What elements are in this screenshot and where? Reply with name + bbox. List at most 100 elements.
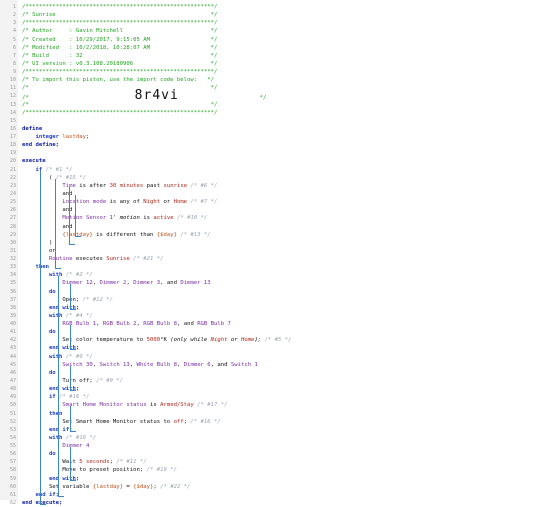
code-token: /* #9 */ [92, 377, 124, 384]
code-line[interactable]: ( /* #15 */ [18, 174, 542, 182]
code-token: or [227, 337, 241, 344]
code-line[interactable]: with /* #9 */ [18, 353, 542, 361]
code-line[interactable]: Dimmer 12, Dimmer 2, Dimmer 3, and Dimme… [18, 279, 542, 287]
code-line[interactable]: Location mode is any of Night or Home /*… [18, 198, 542, 206]
code-line[interactable]: Time is after 30 minutes past sunrise /*… [18, 182, 542, 190]
code-line[interactable]: and [18, 206, 542, 214]
code-line[interactable]: end execute; [18, 499, 542, 507]
code-line[interactable]: end with; [18, 475, 542, 483]
code-line[interactable]: /* Sunrise */ [18, 11, 542, 19]
line-number: 54 [9, 434, 16, 441]
code-line[interactable]: RGB Bulb 1, RGB Bulb 2, RGB Bulb 8, and … [18, 320, 542, 328]
line-number: 26 [9, 207, 16, 214]
code-token: , and [176, 321, 198, 328]
code-token: or [160, 199, 174, 206]
code-line[interactable]: with /* #2 */ [18, 271, 542, 279]
line-number: 31 [9, 247, 16, 254]
line-number: 38 [9, 304, 16, 311]
line-number: 49 [9, 394, 16, 401]
code-line[interactable]: end with; [18, 304, 542, 312]
code-token: if [22, 166, 46, 173]
code-token: motion [119, 215, 140, 222]
code-token: {lastday} [92, 483, 124, 490]
code-line[interactable]: integer lastday; [18, 133, 542, 141]
code-token: RGB Bulb 8 [143, 321, 177, 328]
line-number: 37 [9, 296, 16, 303]
code-line[interactable]: end with; [18, 385, 542, 393]
code-line[interactable]: or [18, 247, 542, 255]
code-line[interactable]: Set Smart Home Monitor status to off; /*… [18, 418, 542, 426]
code-token: , and [160, 280, 181, 287]
line-number: 45 [9, 361, 16, 368]
code-line[interactable]: /***************************************… [18, 3, 542, 11]
code-line[interactable]: Set color temperature to 5000°K (only wh… [18, 336, 542, 344]
code-line[interactable]: if /* #1 */ [18, 166, 542, 174]
code-line[interactable]: /* Build : 32 */ [18, 52, 542, 60]
code-line[interactable]: and [18, 223, 542, 231]
code-line[interactable]: /* Author : Gavin Mitchell */ [18, 27, 542, 35]
code-line[interactable]: if /* #16 */ [18, 393, 542, 401]
line-number: 16 [9, 125, 16, 132]
line-number: 1 [12, 4, 16, 10]
code-line[interactable]: Set variable {lastday} = {$day}; /* #22 … [18, 483, 542, 491]
code-line[interactable]: and [18, 190, 542, 198]
code-line[interactable]: define [18, 125, 542, 133]
code-line[interactable]: {lastday} is different than {$day} /* #1… [18, 231, 542, 239]
code-line[interactable]: /***************************************… [18, 68, 542, 76]
code-line[interactable]: /* Created : 10/29/2017, 9:15:05 AM */ [18, 36, 542, 44]
code-token: /* #13 */ [176, 231, 211, 238]
code-line[interactable] [18, 149, 542, 157]
code-line[interactable]: do [18, 328, 542, 336]
code-line[interactable] [18, 117, 542, 125]
code-line[interactable]: do [18, 288, 542, 296]
code-line[interactable]: end if; [18, 426, 542, 434]
code-line[interactable]: do [18, 369, 542, 377]
code-line[interactable]: then [18, 410, 542, 418]
code-token: 5000 [146, 337, 161, 344]
code-line[interactable]: /* */ [18, 101, 542, 109]
code-token: is [149, 402, 161, 409]
code-line[interactable]: then [18, 263, 542, 271]
code-line[interactable]: Move to preset position; /* #19 */ [18, 466, 542, 474]
line-number: 11 [9, 85, 16, 92]
code-line[interactable]: Switch 30, Switch 13, White Bulb 8, Dimm… [18, 361, 542, 369]
code-line[interactable]: /* Modified : 10/2/2018, 10:28:07 AM */ [18, 44, 542, 52]
code-line[interactable]: ) [18, 239, 542, 247]
code-line[interactable]: /* To import this piston, use the import… [18, 76, 542, 84]
line-number: 39 [9, 312, 16, 319]
code-line[interactable]: do [18, 450, 542, 458]
line-number: 22 [9, 174, 16, 181]
code-line[interactable]: Turn off; /* #9 */ [18, 377, 542, 385]
code-line[interactable]: /* 8r4vi */ [18, 89, 542, 102]
code-token: /* #15 */ [55, 174, 86, 181]
line-number: 5 [12, 36, 16, 43]
code-token: or [22, 247, 56, 254]
code-line[interactable]: with /* #18 */ [18, 434, 542, 442]
code-line[interactable]: end if; [18, 491, 542, 499]
code-line[interactable]: /***************************************… [18, 19, 542, 27]
code-line[interactable]: Open; /* #12 */ [18, 296, 542, 304]
code-token: /* #16 */ [59, 394, 90, 401]
code-line[interactable]: Dimmer 4 [18, 442, 542, 450]
line-number: 28 [9, 223, 16, 230]
code-line[interactable]: execute [18, 157, 542, 165]
code-line[interactable]: end define; [18, 141, 542, 149]
code-line[interactable]: /* UI version : v0.3.108.20180906 */ [18, 60, 542, 68]
indent-guide [70, 447, 71, 480]
code-token: {$day} [156, 231, 177, 238]
code-line[interactable]: /***************************************… [18, 109, 542, 117]
code-editor[interactable]: 1 2 3 4 5 6 7 8 9 10 11 12 13 14 15 16 17 18 19 20 21 22 23 24 2… [0, 0, 542, 506]
code-token: Time [22, 182, 80, 189]
code-line[interactable]: with /* #4 */ [18, 312, 542, 320]
code-line[interactable]: Smart Home Monitor status is Armed/Stay … [18, 401, 542, 409]
code-line[interactable]: end with; [18, 344, 542, 352]
code-token: /* #6 */ [187, 182, 218, 189]
line-number: 61 [9, 491, 16, 498]
code-line[interactable]: Routine executes Sunrise /* #21 */ [18, 255, 542, 263]
code-line[interactable]: Motion Sensor 1' motion is active /* #10… [18, 214, 542, 222]
code-token: /* #16 */ [187, 418, 221, 425]
code-area[interactable]: /***************************************… [18, 0, 542, 506]
code-line[interactable]: Wait 5 seconds; /* #11 */ [18, 458, 542, 466]
code-token: /* To import this piston, use the import… [22, 77, 214, 84]
code-token: /* */ [22, 101, 218, 108]
